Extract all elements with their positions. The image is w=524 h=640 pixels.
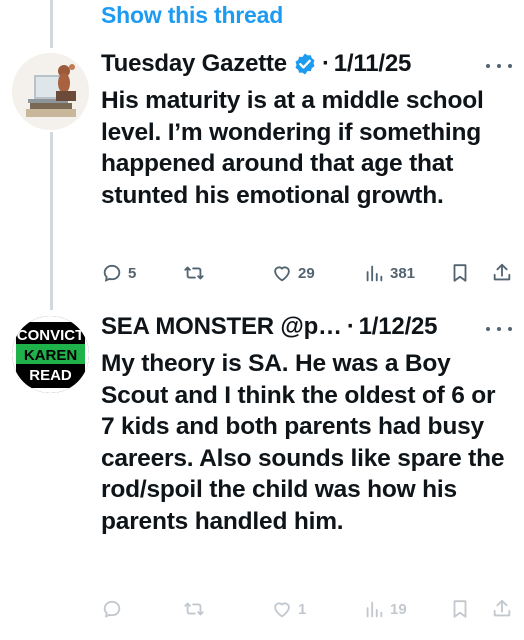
share-button[interactable]	[491, 598, 513, 620]
thread-line	[50, 132, 53, 310]
like-icon	[274, 602, 290, 618]
views-count: 19	[390, 600, 407, 618]
like-button[interactable]: 29	[271, 262, 315, 284]
date-separator: ·	[321, 50, 330, 77]
bookmark-button[interactable]	[449, 262, 471, 284]
bookmark-icon	[453, 264, 467, 282]
verified-icon	[293, 52, 317, 76]
avatar-sea-monster[interactable]: CONVICT KAREN READ	[12, 316, 89, 393]
tweet-header: Tuesday Gazette · 1/11/25	[101, 50, 411, 78]
avatar-tuesday-gazette[interactable]	[12, 53, 89, 130]
like-button[interactable]: 1	[271, 598, 306, 620]
views-icon	[366, 265, 383, 282]
show-thread-link[interactable]: Show this thread	[101, 2, 283, 29]
avatar-text-karen: KAREN	[24, 347, 77, 364]
avatar-text-convict: CONVICT	[17, 327, 85, 344]
avatar-text-read: READ	[29, 367, 72, 384]
reply-icon	[103, 600, 121, 618]
views-icon	[366, 601, 383, 618]
bookmark-icon	[453, 600, 467, 618]
like-icon	[274, 266, 290, 282]
views-count: 381	[390, 264, 416, 282]
retweet-button[interactable]	[183, 598, 210, 620]
more-icon[interactable]	[486, 325, 512, 333]
tweet-actions: 5 29 381	[101, 262, 516, 290]
bookmark-button[interactable]	[449, 598, 471, 620]
like-count: 29	[298, 264, 315, 282]
retweet-icon	[184, 602, 204, 616]
tweet-text: His maturity is at a middle school level…	[101, 87, 484, 209]
reply-count: 5	[128, 264, 137, 282]
tweet-actions: 1 19	[101, 598, 516, 626]
retweet-icon	[184, 266, 204, 280]
retweet-button[interactable]	[183, 262, 210, 284]
author-name[interactable]: Tuesday Gazette	[101, 50, 287, 78]
date-separator: ·	[346, 313, 355, 340]
share-icon	[493, 599, 511, 617]
share-icon	[493, 263, 511, 281]
reply-button[interactable]	[101, 598, 128, 620]
share-button[interactable]	[491, 262, 513, 284]
views-button[interactable]: 19	[363, 598, 407, 620]
tweet-header: SEA MONSTER @p… · 1/12/25	[101, 313, 438, 341]
thread-line-top	[50, 0, 53, 48]
more-icon[interactable]	[486, 62, 512, 70]
tweet-date[interactable]: 1/11/25	[334, 50, 412, 78]
reply-icon	[103, 264, 121, 282]
views-button[interactable]: 381	[363, 262, 415, 284]
author-name[interactable]: SEA MONSTER @p…	[101, 313, 342, 341]
tweet-text: My theory is SA. He was a Boy Scout and …	[101, 350, 505, 535]
reply-button[interactable]: 5	[101, 262, 136, 284]
tweet-date[interactable]: 1/12/25	[359, 313, 438, 341]
like-count: 1	[298, 600, 307, 618]
